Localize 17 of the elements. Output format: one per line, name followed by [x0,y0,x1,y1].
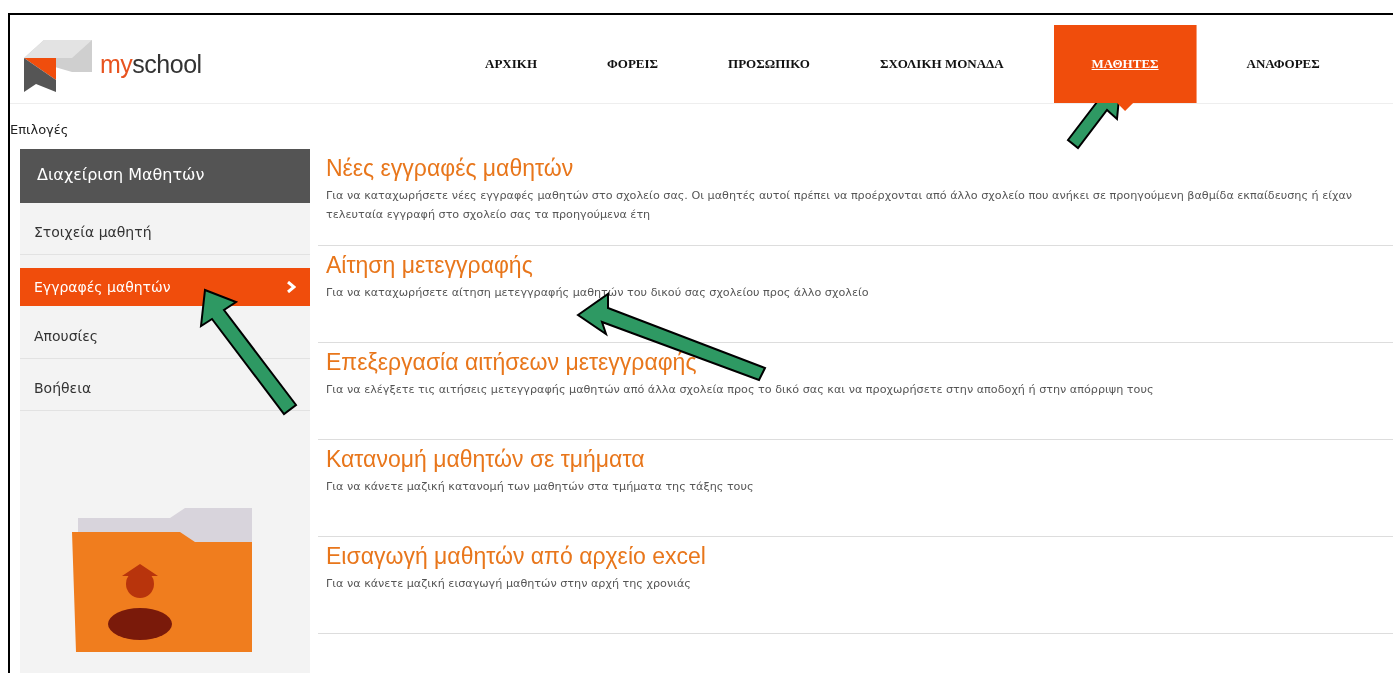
breadcrumb: Επιλογές [10,122,69,137]
nav-tab[interactable]: ΦΟΡΕΙΣ [587,25,679,103]
section-description: Για να καταχωρήσετε νέες εγγραφές μαθητών στο σχολείο σας. Οι μαθητές αυτοί πρέπει να προέρχονται από άλλο σχολείο που ανήκει σε προηγούμενη βαθμίδα εκπαίδευσης ή είχαν τελευταία εγγραφή στο σχολείο σας τα προηγούμενα έτη [326,188,1354,223]
nav-tab[interactable]: ΑΝΑΦΟΡΕΣ [1226,25,1340,103]
brand-name: myschool [100,49,202,79]
nav-tab[interactable]: ΑΡΧΙΚΗ [465,25,557,103]
section-description: Για να κάνετε μαζική εισαγωγή μαθητών στην αρχή της χρονιάς [326,576,692,592]
sidebar-item[interactable]: Εγγραφές μαθητών [20,268,310,306]
chevron-right-icon [286,281,296,293]
nav-tab[interactable]: ΣΧΟΛΙΚΗ ΜΟΝΑΔΑ [860,25,1024,103]
sidebar-item[interactable]: Στοιχεία μαθητή [20,209,310,255]
sidebar-title: Διαχείριση Μαθητών [20,149,310,203]
nav-tab[interactable]: ΠΡΟΣΩΠΙΚΟ [708,25,830,103]
section-description: Για να καταχωρήσετε αίτηση μετεγγραφής μαθητών του δικού σας σχολείου προς άλλο σχολείο [326,285,870,301]
section-description: Για να κάνετε μαζική κατανομή των μαθητών στα τμήματα της τάξης τους [326,479,755,495]
section-description: Για να ελέγξετε τις αιτήσεις μετεγγραφής μαθητών από άλλα σχολεία προς το δικό σας και να προχωρήσετε στην αποδοχή ή στην απόρριψη τους [326,382,1155,398]
nav-tab[interactable]: ΜΑΘΗΤΕΣ [1053,25,1197,111]
